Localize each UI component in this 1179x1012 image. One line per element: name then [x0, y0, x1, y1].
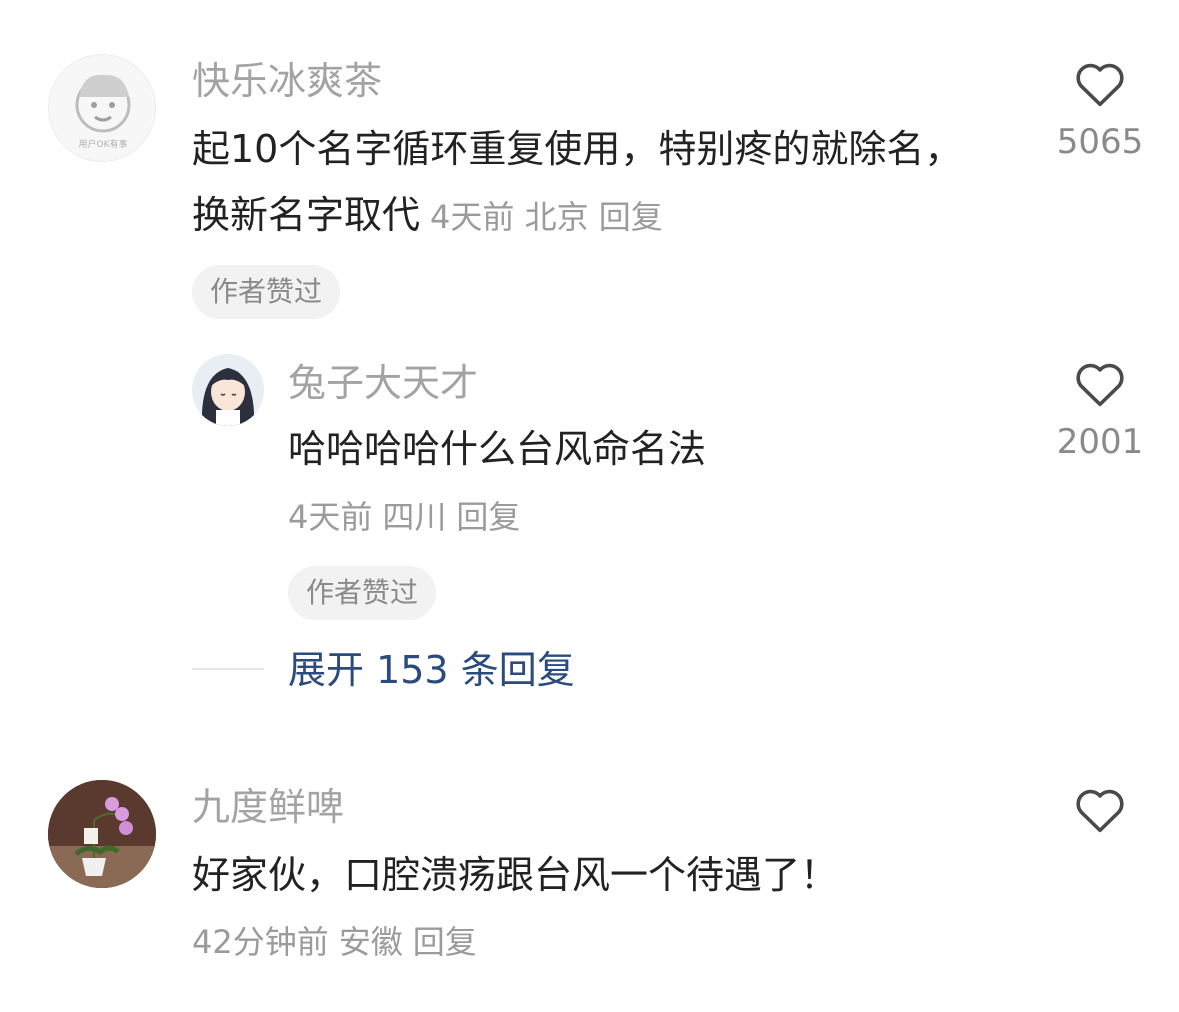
comment-meta: 42分钟前 安徽 回复	[192, 922, 487, 962]
comment-time: 4天前	[430, 198, 515, 236]
reply-text: 哈哈哈哈什么台风命名法	[288, 427, 707, 471]
reply-meta: 4天前 四川 回复	[288, 497, 530, 537]
reply-username[interactable]: 兔子大天才	[288, 360, 478, 406]
orchid-plant-avatar-icon	[48, 780, 156, 888]
like-button[interactable]: 5065	[1040, 58, 1160, 162]
expand-divider	[192, 668, 264, 670]
comment-body: 起10个名字循环重复使用，特别疼的就除名，换新名字取代 4天前 北京 回复	[192, 116, 982, 248]
like-count: 5065	[1056, 122, 1144, 162]
reply-avatar[interactable]	[192, 354, 264, 426]
comment-text: 好家伙，口腔溃疡跟台风一个待遇了！	[192, 853, 839, 897]
like-count: 2001	[1056, 422, 1144, 462]
comment-username[interactable]: 九度鲜啤	[192, 784, 344, 830]
avatar[interactable]: 用户OK有事	[48, 54, 156, 162]
reply-location: 四川	[382, 498, 447, 536]
comment-time: 42分钟前	[192, 923, 329, 961]
like-button[interactable]: 2001	[1040, 358, 1160, 462]
avatar-caption: 用户OK有事	[78, 140, 128, 150]
author-liked-badge: 作者赞过	[192, 265, 341, 319]
comment-location: 安徽	[338, 923, 403, 961]
comment-location: 北京	[524, 198, 589, 236]
reply-button[interactable]: 回复	[456, 498, 520, 536]
author-liked-badge: 作者赞过	[288, 566, 437, 620]
like-button[interactable]	[1040, 784, 1160, 834]
reply-button[interactable]: 回复	[599, 198, 663, 236]
heart-outline-icon	[1076, 63, 1124, 107]
reply-button[interactable]: 回复	[413, 923, 477, 961]
comment-username[interactable]: 快乐冰爽茶	[192, 58, 382, 104]
reply-time: 4天前	[288, 498, 373, 536]
avatar[interactable]	[48, 780, 156, 888]
heart-outline-icon	[1076, 789, 1124, 833]
anime-girl-avatar-icon	[192, 354, 264, 426]
expand-replies-link[interactable]: 展开 153 条回复	[288, 646, 575, 694]
heart-outline-icon	[1076, 363, 1124, 407]
comment-meta: 4天前 北京 回复	[430, 198, 663, 236]
